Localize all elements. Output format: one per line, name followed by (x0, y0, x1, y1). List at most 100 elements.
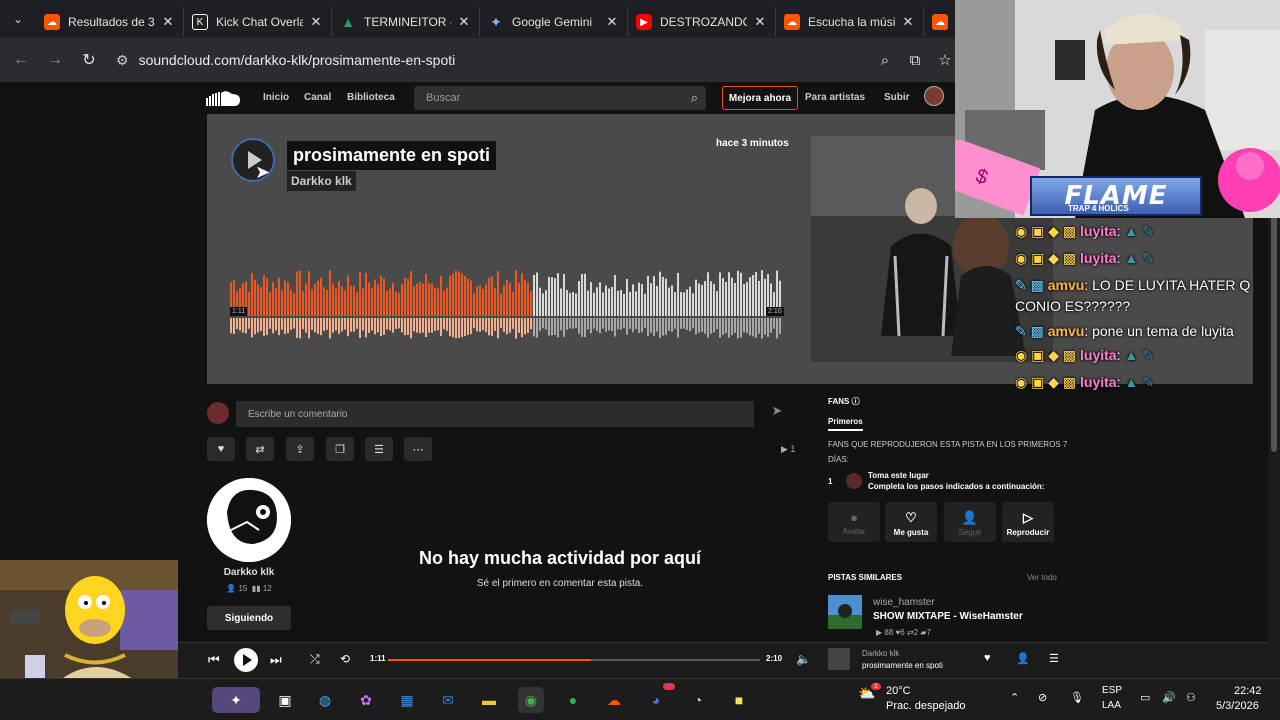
repost-button[interactable]: ⇄ (246, 437, 274, 461)
copilot-icon[interactable]: ✿ (353, 687, 379, 713)
for-artists-link[interactable]: Para artistas (805, 92, 865, 103)
play-step-button[interactable]: ▷ Reproducir (1002, 502, 1054, 542)
reload-icon[interactable]: ↻ (72, 50, 106, 70)
nav-home[interactable]: Inicio (263, 92, 289, 103)
upgrade-button[interactable]: Mejora ahora (722, 86, 798, 110)
copy-link-button[interactable]: ❐ (326, 437, 354, 461)
volume-icon[interactable]: 🔈 (796, 652, 811, 666)
upload-link[interactable]: Subir (884, 92, 910, 103)
waveform-reflection-bar (692, 318, 694, 329)
browser-tab[interactable]: ☁ Resultados de 3 ✕ (36, 7, 184, 37)
like-step-button[interactable]: ♡ Me gusta (885, 502, 937, 542)
clock-time[interactable]: 22:42 (1234, 685, 1262, 697)
soundcloud-app-icon[interactable]: ☁ (601, 687, 627, 713)
waveform-reflection-bar (305, 318, 307, 333)
keyboard-layout[interactable]: LAA (1102, 700, 1121, 711)
follow-user-icon[interactable]: 👤 (1016, 652, 1030, 665)
network-off-icon[interactable]: ⊘ (1038, 691, 1047, 704)
spotify-icon[interactable]: ● (560, 687, 586, 713)
tab-first-fans[interactable]: Primeros (828, 417, 863, 431)
forward-icon[interactable]: → (38, 51, 72, 69)
more-button[interactable]: ⋯ (404, 437, 432, 461)
player-artist[interactable]: Darkko klk (862, 649, 899, 658)
browser-tab[interactable]: ☁ (924, 7, 954, 37)
site-info-icon[interactable]: ⚙ (116, 52, 129, 69)
comment-input[interactable]: Escribe un comentario (236, 401, 754, 427)
player-like-icon[interactable]: ♥ (984, 652, 991, 664)
weather-desc[interactable]: Prac. despejado (886, 700, 966, 712)
follow-button[interactable]: Siguiendo (207, 606, 291, 630)
previous-icon[interactable]: ⏮ (208, 652, 220, 668)
close-tab-icon[interactable]: ✕ (901, 14, 915, 30)
back-icon[interactable]: ← (4, 51, 38, 69)
waveform-bar (632, 284, 634, 316)
display-icon[interactable]: ▭ (1140, 691, 1150, 704)
next-up-icon[interactable]: ☰ (1049, 652, 1059, 665)
browser-tab[interactable]: ☁ Escucha la músi ✕ (776, 7, 924, 37)
waveform-bar (428, 283, 430, 316)
weather-temp[interactable]: 20°C (886, 685, 911, 697)
similar-track-title[interactable]: SHOW MIXTAPE - WiseHamster (873, 611, 1023, 622)
player-play-button[interactable] (234, 648, 258, 672)
tab-search-dropdown-icon[interactable]: ⌄ (0, 0, 36, 38)
artist-avatar[interactable] (207, 478, 291, 562)
shuffle-icon[interactable]: ⤮ (310, 652, 320, 667)
outlook-icon[interactable]: ✉ (435, 687, 461, 713)
waveform-reflection-bar (485, 318, 487, 333)
install-app-icon[interactable]: ⧉ (900, 52, 930, 69)
player-progress-bar[interactable] (388, 659, 760, 661)
browser-tab[interactable]: ▲ TERMINEITOR - ✕ (332, 7, 480, 37)
zoom-icon[interactable]: ⌕ (870, 52, 900, 69)
user-avatar[interactable] (924, 86, 944, 106)
search-input[interactable]: Buscar ⌕ (414, 86, 706, 110)
browser-tab[interactable]: ✦ Google Gemini ✕ (480, 7, 628, 37)
soundcloud-logo-icon[interactable] (206, 90, 242, 106)
waveform[interactable] (230, 270, 782, 340)
share-button[interactable]: ⇪ (286, 437, 314, 461)
avatar-step-button[interactable]: ● Avatar (828, 502, 880, 542)
tray-expand-icon[interactable]: ⌃ (1010, 691, 1019, 704)
edge-icon[interactable]: ◍ (312, 687, 338, 713)
browser-tab[interactable]: K Kick Chat Overla ✕ (184, 7, 332, 37)
file-explorer-icon[interactable]: ▬ (476, 687, 502, 713)
sticky-notes-icon[interactable]: ■ (726, 687, 752, 713)
waveform-bar (353, 285, 355, 316)
repeat-icon[interactable]: ⟲ (340, 652, 350, 666)
clock-date[interactable]: 5/3/2026 (1216, 700, 1259, 712)
view-all-link[interactable]: Ver todo (1027, 573, 1057, 582)
store-icon[interactable]: ▦ (394, 687, 420, 713)
follow-step-button[interactable]: 👤 Seguir (944, 502, 996, 542)
send-comment-icon[interactable]: ➤ (764, 403, 790, 425)
language-code[interactable]: ESP (1102, 685, 1122, 696)
next-icon[interactable]: ⏭ (270, 652, 282, 668)
close-tab-icon[interactable]: ✕ (457, 14, 471, 30)
chrome-icon[interactable]: ◉ (518, 687, 544, 713)
discord-icon[interactable]: ◕ 9+ (643, 683, 675, 713)
similar-track-user[interactable]: wise_hamster (873, 597, 935, 608)
artist-name[interactable]: Darkko klk (207, 567, 291, 578)
task-view-icon[interactable]: ▣ (272, 687, 298, 713)
add-to-playlist-button[interactable]: ☰ (365, 437, 393, 461)
player-track-artwork[interactable] (828, 648, 850, 670)
search-icon[interactable]: ⌕ (691, 90, 698, 106)
obs-icon[interactable]: ◔ (685, 687, 711, 713)
url-field[interactable]: ⚙ soundcloud.com/darkko-klk/prosimamente… (116, 44, 956, 76)
info-icon[interactable]: ⓘ (852, 397, 860, 406)
close-tab-icon[interactable]: ✕ (161, 14, 175, 30)
help-icon[interactable]: ⚇ (1186, 691, 1196, 704)
close-tab-icon[interactable]: ✕ (605, 14, 619, 30)
nav-library[interactable]: Biblioteca (347, 92, 395, 103)
track-artist-link[interactable]: Darkko klk (287, 171, 356, 191)
widget-icon[interactable]: ✦ (212, 687, 260, 713)
volume-tray-icon[interactable]: 🔊 (1162, 691, 1176, 704)
like-button[interactable]: ♥ (207, 437, 235, 461)
similar-track-artwork[interactable] (828, 595, 862, 629)
waveform-reflection-bar (701, 318, 703, 332)
close-tab-icon[interactable]: ✕ (309, 14, 323, 30)
browser-tab[interactable]: ▶ DESTROZANDO ✕ (628, 7, 776, 37)
close-tab-icon[interactable]: ✕ (753, 14, 767, 30)
player-title[interactable]: prosimamente en spoti (862, 661, 943, 670)
microphone-icon[interactable]: 🎙 (1070, 691, 1084, 704)
nav-feed[interactable]: Canal (304, 92, 331, 103)
waveform-bar (653, 276, 655, 316)
